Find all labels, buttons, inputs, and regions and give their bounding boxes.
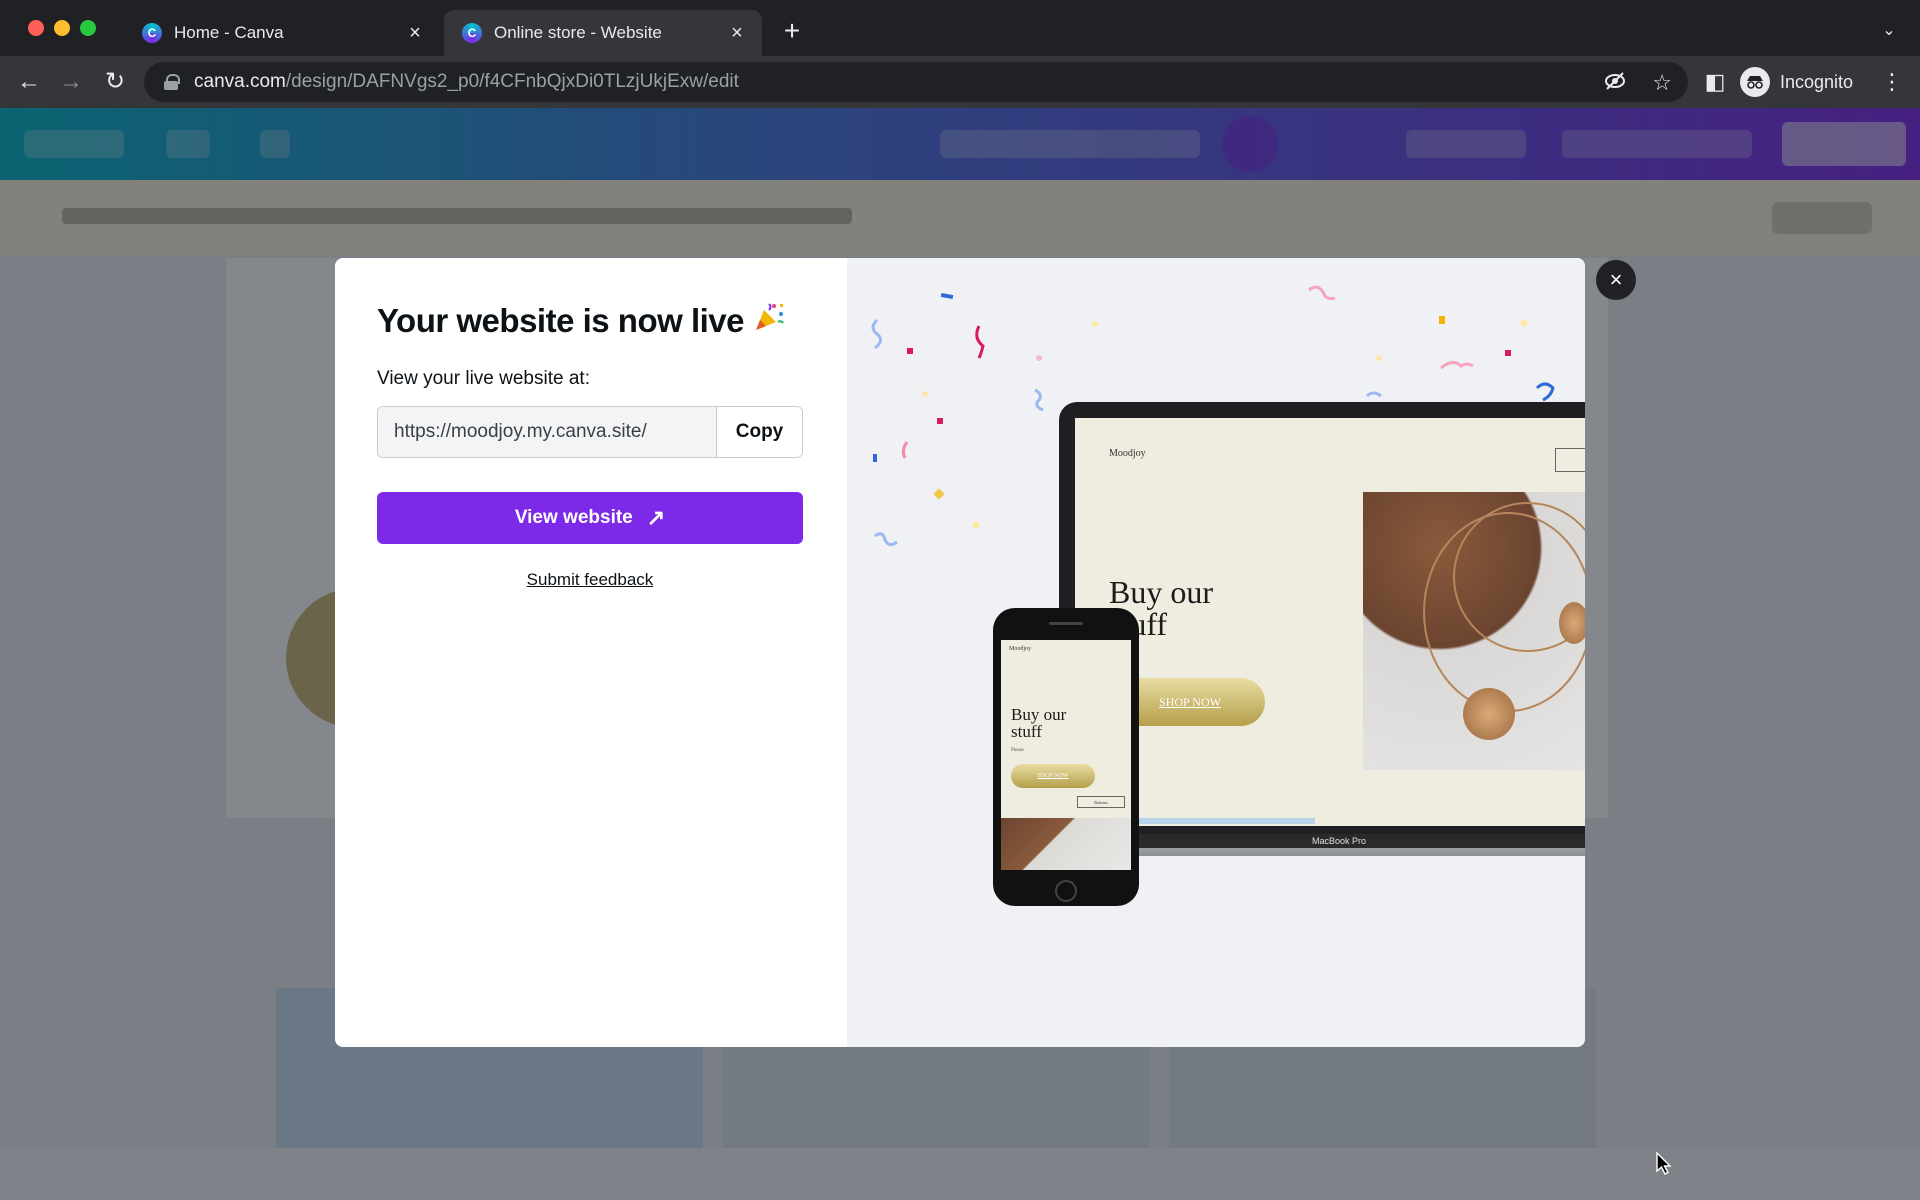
close-dialog-icon[interactable]: ×: [1596, 260, 1636, 300]
phone-mockup: Moodjoy Buy our stuff Please SHOP NOW Bo…: [993, 608, 1139, 906]
necklace-photo: [1363, 492, 1585, 770]
browser-menu-icon[interactable]: ⋮: [1880, 68, 1904, 98]
laptop-screen: Moodjoy Buy our stuff se SHOP NOW: [1075, 418, 1585, 826]
phone-headline: Buy our stuff: [1011, 706, 1066, 740]
tab-home-canva[interactable]: C Home - Canva ×: [124, 10, 440, 56]
window-close-button[interactable]: [28, 20, 44, 36]
phone-headline-line: stuff: [1011, 722, 1042, 741]
tab-search-chevron-icon[interactable]: ⌄: [1876, 18, 1902, 44]
copy-url-button[interactable]: Copy: [716, 407, 802, 457]
tab-online-store[interactable]: C Online store - Website ×: [444, 10, 762, 56]
url-host: canva.com: [194, 71, 286, 92]
tab-title: Home - Canva: [174, 23, 284, 42]
reload-icon[interactable]: ↻: [100, 68, 130, 98]
canva-favicon-icon: C: [462, 23, 482, 43]
side-panel-icon[interactable]: ◧: [1700, 68, 1730, 98]
live-website-label: View your live website at:: [377, 368, 590, 389]
phone-speaker: [1049, 622, 1083, 625]
lock-icon: [164, 74, 180, 90]
new-tab-button[interactable]: +: [778, 17, 806, 46]
browser-tab-bar: C Home - Canva × C Online store - Websit…: [0, 0, 1920, 56]
site-headline-line: Buy our: [1109, 574, 1213, 610]
site-menu-box: [1555, 448, 1585, 472]
eye-off-icon[interactable]: [1604, 70, 1626, 98]
tab-close-icon[interactable]: ×: [404, 22, 426, 44]
incognito-label: Incognito: [1780, 71, 1854, 92]
phone-shop-now-pill: SHOP NOW: [1011, 764, 1095, 788]
bookmark-star-icon[interactable]: ☆: [1652, 70, 1672, 98]
view-website-button[interactable]: View website ↗: [377, 492, 803, 544]
dialog-content: Your website is now live View your live …: [335, 258, 847, 1047]
website-preview-illustration: Moodjoy Buy our stuff se SHOP NOW: [847, 258, 1585, 1047]
tab-close-icon[interactable]: ×: [726, 22, 748, 44]
tab-title: Online store - Website: [494, 23, 662, 42]
window-maximize-button[interactable]: [80, 20, 96, 36]
phone-secondary-button: Bottoms: [1077, 796, 1125, 808]
phone-necklace-photo: [1001, 818, 1131, 870]
phone-home-button: [1055, 880, 1077, 902]
submit-feedback-link[interactable]: Submit feedback: [377, 570, 803, 590]
site-url-field[interactable]: [378, 407, 716, 457]
site-url-row: Copy: [377, 406, 803, 458]
back-arrow-icon[interactable]: ←: [14, 68, 44, 98]
url-path: /design/DAFNVgs2_p0/f4CFnbQjxDi0TLzjUkjE…: [285, 71, 739, 92]
necklace-pendant: [1559, 602, 1585, 644]
external-arrow-icon: ↗: [646, 505, 666, 530]
party-popper-icon: [752, 300, 786, 342]
phone-subtext: Please: [1011, 748, 1024, 753]
phone-headline-line: Buy our: [1011, 705, 1067, 724]
window-minimize-button[interactable]: [54, 20, 70, 36]
phone-screen: Moodjoy Buy our stuff Please SHOP NOW Bo…: [1001, 640, 1131, 870]
site-logo-text: Moodjoy: [1109, 448, 1146, 459]
forward-arrow-icon[interactable]: →: [56, 68, 86, 98]
incognito-icon: [1740, 67, 1770, 97]
incognito-profile-button[interactable]: Incognito: [1740, 64, 1853, 100]
canva-favicon-icon: C: [142, 23, 162, 43]
necklace-pendant: [1463, 688, 1515, 740]
dialog-title: Your website is now live: [377, 300, 805, 342]
dialog-title-text: Your website is now live: [377, 302, 744, 339]
mouse-cursor-icon: [1656, 1152, 1672, 1175]
view-website-label: View website: [514, 507, 633, 528]
website-live-dialog: Your website is now live View your live …: [335, 258, 1585, 1047]
address-bar[interactable]: canva.com/design/DAFNVgs2_p0/f4CFnbQjxDi…: [144, 62, 1688, 102]
phone-logo-text: Moodjoy: [1009, 646, 1032, 652]
browser-toolbar: ← → ↻ canva.com/design/DAFNVgs2_p0/f4CFn…: [0, 56, 1920, 108]
